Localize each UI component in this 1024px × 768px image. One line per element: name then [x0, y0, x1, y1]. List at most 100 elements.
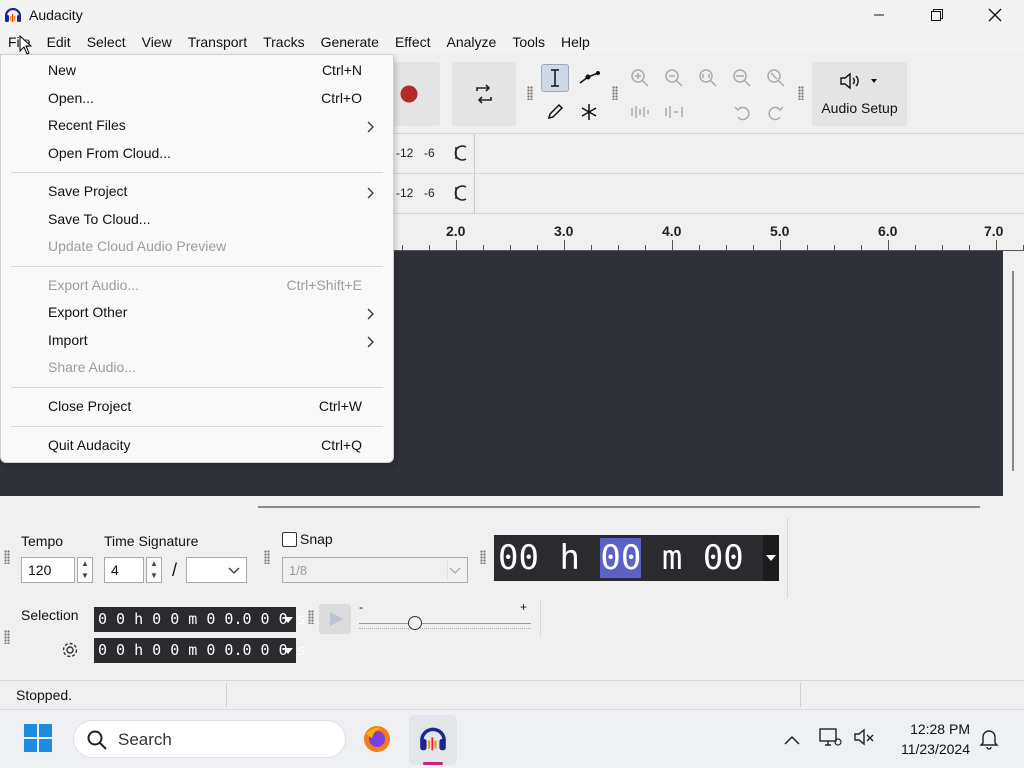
menu-tracks[interactable]: Tracks	[255, 30, 312, 54]
menu-separator	[11, 387, 383, 388]
vertical-scrollbar[interactable]	[1003, 251, 1024, 496]
menu-help[interactable]: Help	[553, 30, 598, 54]
tempo-input[interactable]: 120	[21, 557, 75, 583]
trim-audio-button[interactable]	[626, 98, 654, 126]
firefox-taskbar-button[interactable]	[358, 720, 396, 758]
audacity-taskbar-button[interactable]	[409, 715, 457, 765]
restore-button[interactable]	[908, 0, 966, 30]
ruler-tick	[564, 240, 565, 250]
multi-tool-button[interactable]	[575, 98, 603, 126]
selection-start-display[interactable]: 0 0 h 0 0 m 0 0.0 0 0 s	[94, 607, 306, 632]
time-sig-denominator-select[interactable]	[186, 557, 247, 583]
time-minutes: 00	[600, 538, 642, 578]
toolbar-grip[interactable]	[4, 630, 10, 644]
clock-date: 11/23/2024	[900, 741, 970, 757]
start-button[interactable]	[22, 722, 56, 756]
tempo-label: Tempo	[21, 533, 64, 549]
audio-setup-button[interactable]: Audio Setup	[812, 62, 907, 126]
playback-meter[interactable]: -12 -6	[394, 174, 1024, 214]
draw-tool-button[interactable]	[541, 98, 569, 126]
tempo-stepper[interactable]: ▲ ▼	[77, 557, 93, 583]
menu-effect[interactable]: Effect	[387, 30, 439, 54]
fit-project-button[interactable]	[728, 64, 756, 92]
menu-select[interactable]: Select	[79, 30, 134, 54]
time-format-dropdown[interactable]	[763, 535, 779, 581]
menu-separator	[11, 426, 383, 427]
time-display[interactable]: 00 h 00 m 00 s	[494, 535, 779, 581]
gear-icon	[62, 642, 78, 658]
ruler-tick	[591, 245, 592, 250]
fit-selection-button[interactable]	[694, 64, 722, 92]
time-sig-numerator-input[interactable]: 4	[104, 557, 144, 583]
menu-item-label: Recent Files	[48, 117, 126, 133]
envelope-tool-button[interactable]	[575, 64, 603, 92]
file-menu-close-project[interactable]: Close Project Ctrl+W	[1, 394, 393, 421]
file-menu-import[interactable]: Import	[1, 328, 393, 355]
play-at-speed-button[interactable]	[319, 604, 351, 634]
menu-analyze[interactable]: Analyze	[439, 30, 505, 54]
file-menu-quit[interactable]: Quit Audacity Ctrl+Q	[1, 433, 393, 460]
toolbar-grip[interactable]	[798, 86, 804, 100]
file-menu-save-to-cloud[interactable]: Save To Cloud...	[1, 207, 393, 234]
taskbar-search[interactable]: Search	[73, 720, 346, 758]
time-sig-stepper[interactable]: ▲ ▼	[146, 557, 162, 583]
file-menu-open-from-cloud[interactable]: Open From Cloud...	[1, 141, 393, 168]
snap-checkbox[interactable]	[282, 532, 297, 547]
toolbar-grip[interactable]	[480, 550, 486, 564]
file-menu-export-other[interactable]: Export Other	[1, 300, 393, 327]
menu-item-label: New	[48, 62, 77, 78]
file-menu-export-audio: Export Audio... Ctrl+Shift+E	[1, 273, 393, 300]
show-hidden-icons-button[interactable]	[780, 728, 804, 752]
minimize-button[interactable]	[850, 0, 908, 30]
horizontal-scrollbar[interactable]	[0, 496, 1024, 518]
file-menu-save-project[interactable]: Save Project	[1, 179, 393, 206]
file-menu-recent-files[interactable]: Recent Files	[1, 113, 393, 140]
menu-item-shortcut: Ctrl+N	[321, 62, 362, 78]
silence-audio-button[interactable]	[660, 98, 688, 126]
scroll-thumb[interactable]	[258, 506, 980, 508]
file-menu-new[interactable]: New Ctrl+N	[1, 58, 393, 85]
playback-speed-slider[interactable]	[359, 614, 531, 634]
file-menu-open[interactable]: Open... Ctrl+O	[1, 86, 393, 113]
menu-view[interactable]: View	[134, 30, 180, 54]
toolbar-grip[interactable]	[264, 550, 270, 564]
notifications-button[interactable]	[976, 726, 1002, 752]
slider-thumb[interactable]	[408, 616, 422, 630]
ruler-tick	[645, 245, 646, 250]
zoom-toggle-button[interactable]	[762, 64, 790, 92]
toolbar-grip[interactable]	[4, 550, 10, 564]
selection-end-display[interactable]: 0 0 h 0 0 m 0 0.0 0 0 s	[94, 638, 306, 663]
ruler-tick	[402, 245, 403, 250]
active-indicator	[423, 762, 443, 765]
title-bar: Audacity	[0, 0, 1024, 30]
close-button[interactable]	[966, 0, 1024, 30]
scroll-thumb[interactable]	[1012, 271, 1014, 471]
network-button[interactable]	[818, 726, 844, 752]
timeline-ruler[interactable]: 2.0 3.0 4.0 5.0 6.0 7.0	[394, 215, 1024, 251]
selection-tool-button[interactable]	[541, 64, 569, 92]
ruler-tick	[429, 245, 430, 250]
toolbar-grip[interactable]	[527, 86, 533, 100]
meter-tick: -12	[396, 186, 414, 200]
zoom-out-button[interactable]	[660, 64, 688, 92]
ruler-label: 7.0	[984, 223, 1004, 239]
toolbar-grip[interactable]	[308, 610, 314, 624]
volume-button[interactable]	[852, 726, 878, 752]
toolbar-grip[interactable]	[612, 86, 618, 100]
undo-button[interactable]	[728, 98, 756, 126]
menu-generate[interactable]: Generate	[313, 30, 387, 54]
meter-tick: -6	[424, 146, 435, 160]
menu-tools[interactable]: Tools	[504, 30, 553, 54]
ruler-tick	[996, 240, 997, 250]
record-meter[interactable]: -12 -6	[394, 134, 1024, 174]
menu-item-label: Export Other	[48, 304, 128, 320]
snap-select[interactable]: 1/8	[282, 557, 468, 583]
selection-settings-button[interactable]	[57, 637, 83, 663]
menu-edit[interactable]: Edit	[39, 30, 79, 54]
loop-button[interactable]	[452, 62, 516, 126]
clock-time: 12:28 PM	[910, 721, 970, 737]
clock[interactable]: 12:28 PM 11/23/2024	[901, 719, 970, 759]
zoom-in-button[interactable]	[626, 64, 654, 92]
menu-transport[interactable]: Transport	[180, 30, 255, 54]
redo-button[interactable]	[762, 98, 790, 126]
